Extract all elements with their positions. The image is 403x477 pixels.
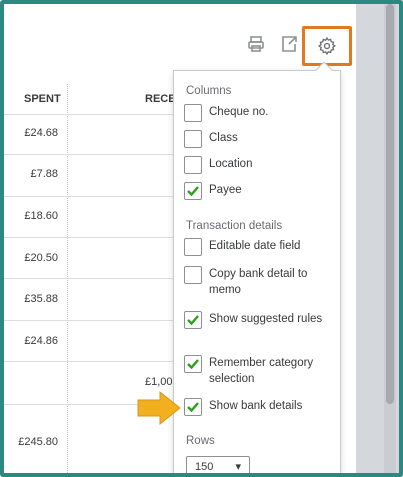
spent-cell: £35.88 [24, 293, 58, 305]
spent-cell: £18.60 [24, 210, 58, 222]
option-label: Show bank details [209, 400, 303, 412]
option-label: Payee [209, 184, 242, 196]
row-divider [4, 196, 176, 197]
option-remember-category[interactable]: Remember category selection [184, 355, 333, 387]
checkbox[interactable] [184, 104, 202, 122]
pointer-arrow-icon [137, 390, 181, 426]
column-divider [67, 84, 68, 477]
rows-select-value: 150 [195, 461, 214, 473]
received-cell: £1,00 [145, 376, 173, 388]
checkbox-checked[interactable] [184, 311, 202, 329]
option-location[interactable]: Location [184, 156, 333, 174]
row-divider [4, 320, 176, 321]
option-payee[interactable]: Payee [184, 182, 333, 200]
export-icon[interactable] [278, 33, 300, 55]
gear-icon [317, 36, 337, 56]
option-show-bank-details[interactable]: Show bank details [184, 398, 333, 416]
option-label: Editable date field [209, 240, 301, 252]
transaction-details-heading: Transaction details [186, 220, 283, 232]
chevron-down-icon: ▾ [235, 461, 241, 473]
spent-cell: £245.80 [18, 436, 58, 448]
row-divider [4, 237, 176, 238]
checkbox[interactable] [184, 130, 202, 148]
option-label: Copy bank detail to memo [209, 268, 308, 296]
print-icon[interactable] [245, 33, 267, 55]
scrollbar-thumb[interactable] [386, 4, 394, 404]
option-cheque-no[interactable]: Cheque no. [184, 104, 333, 122]
checkbox-checked[interactable] [184, 355, 202, 373]
option-show-suggested-rules[interactable]: Show suggested rules [184, 311, 333, 329]
spent-cell: £7.88 [30, 168, 58, 180]
checkbox[interactable] [184, 156, 202, 174]
option-label: Cheque no. [209, 106, 269, 118]
option-label: Class [209, 132, 238, 144]
option-class[interactable]: Class [184, 130, 333, 148]
gear-button[interactable] [302, 26, 352, 66]
checkbox[interactable] [184, 238, 202, 256]
checkbox[interactable] [184, 266, 202, 284]
spent-cell: £20.50 [24, 252, 58, 264]
option-label: Remember category selection [209, 357, 314, 385]
rows-heading: Rows [186, 435, 215, 447]
spent-column-header[interactable]: SPENT [24, 84, 61, 114]
columns-heading: Columns [186, 85, 232, 97]
row-divider [4, 361, 176, 362]
option-label: Show suggested rules [209, 313, 323, 325]
row-divider [4, 154, 176, 155]
option-editable-date[interactable]: Editable date field [184, 238, 333, 256]
spent-cell: £24.86 [24, 335, 58, 347]
row-divider [4, 278, 176, 279]
checkbox-checked[interactable] [184, 182, 202, 200]
row-divider [4, 114, 176, 115]
spent-cell: £24.68 [24, 127, 58, 139]
option-label: Location [209, 158, 253, 170]
received-column-header[interactable]: RECE [145, 84, 176, 114]
checkbox-checked[interactable] [184, 398, 202, 416]
option-copy-bank-detail[interactable]: Copy bank detail to memo [184, 266, 333, 298]
rows-select[interactable]: 150 ▾ [186, 456, 250, 477]
